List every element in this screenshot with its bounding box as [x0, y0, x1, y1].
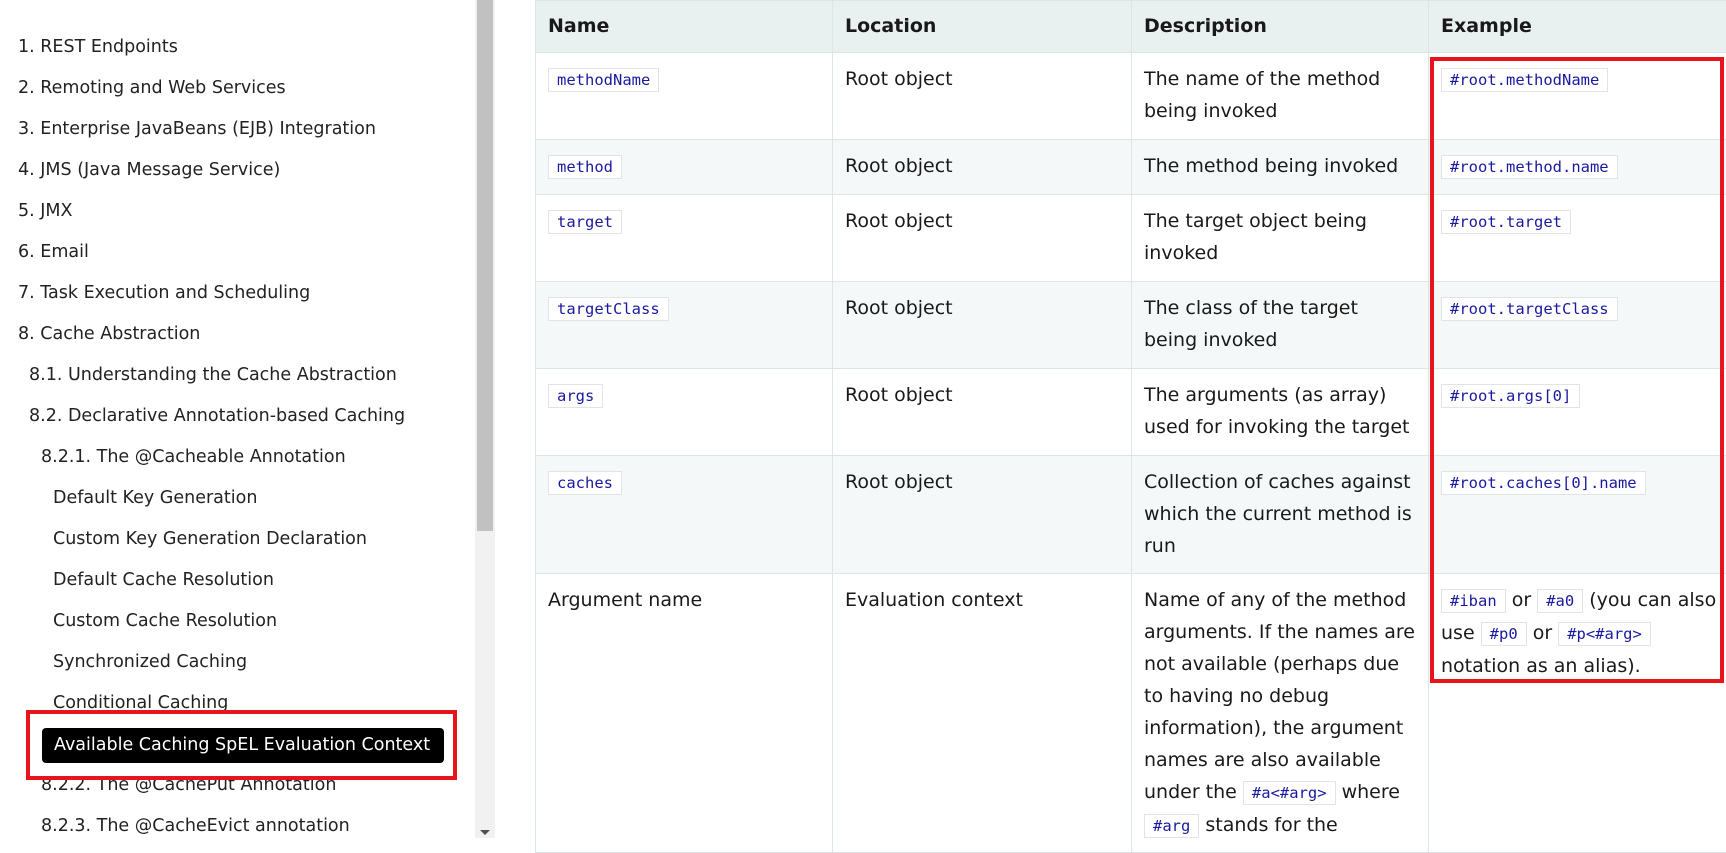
code: #root.args[0]: [1441, 384, 1580, 408]
code: targetClass: [548, 297, 669, 321]
cell-description: The target object being invoked: [1132, 195, 1429, 282]
code: #root.target: [1441, 210, 1571, 234]
header-name: Name: [536, 1, 833, 53]
toc-item[interactable]: 8.2.1. The @Cacheable Annotation: [41, 442, 346, 472]
header-location: Location: [833, 1, 1132, 53]
toc-item[interactable]: 1. REST Endpoints: [18, 32, 178, 62]
table-row: target Root object The target object bei…: [536, 195, 1726, 282]
spel-context-table: Name Location Description Example method…: [535, 0, 1726, 853]
toc-item[interactable]: 2. Remoting and Web Services: [18, 73, 286, 103]
toc-item[interactable]: 8.2. Declarative Annotation-based Cachin…: [29, 401, 405, 431]
table-row: Argument name Evaluation context Name of…: [536, 574, 1726, 853]
cell-name: Argument name: [536, 574, 833, 853]
toc-item[interactable]: Custom Key Generation Declaration: [53, 524, 367, 554]
main-content: Name Location Description Example method…: [535, 0, 1726, 853]
code: method: [548, 155, 622, 179]
cell-description: The name of the method being invoked: [1132, 53, 1429, 140]
toc-item[interactable]: 8.1. Understanding the Cache Abstraction: [29, 360, 397, 390]
cell-name: target: [536, 195, 833, 282]
cell-name: args: [536, 369, 833, 456]
cell-location: Root object: [833, 53, 1132, 140]
toc-item[interactable]: 5. JMX: [18, 196, 73, 226]
toc-item[interactable]: 4. JMS (Java Message Service): [18, 155, 280, 185]
table-row: args Root object The arguments (as array…: [536, 369, 1726, 456]
code: #root.methodName: [1441, 68, 1608, 92]
text: Name of any of the method arguments. If …: [1144, 589, 1415, 803]
toc-item[interactable]: Synchronized Caching: [53, 647, 247, 677]
cell-location: Root object: [833, 369, 1132, 456]
code: target: [548, 210, 622, 234]
cell-description: Collection of caches against which the c…: [1132, 456, 1429, 574]
code: #p<#arg>: [1558, 622, 1651, 646]
toc-item[interactable]: 6. Email: [18, 237, 89, 267]
table-row: caches Root object Collection of caches …: [536, 456, 1726, 574]
cell-example: #root.args[0]: [1429, 369, 1726, 456]
sidebar-scrollbar[interactable]: [475, 0, 495, 838]
cell-description: The arguments (as array) used for invoki…: [1132, 369, 1429, 456]
cell-name: method: [536, 140, 833, 195]
code: caches: [548, 471, 622, 495]
code: #root.caches[0].name: [1441, 471, 1646, 495]
cell-example: #root.targetClass: [1429, 282, 1726, 369]
cell-example: #root.methodName: [1429, 53, 1726, 140]
code: args: [548, 384, 603, 408]
scroll-down-arrow-icon[interactable]: [480, 830, 490, 835]
text: or: [1506, 589, 1538, 611]
text: where: [1336, 781, 1400, 803]
code: #iban: [1441, 589, 1506, 613]
cell-location: Root object: [833, 282, 1132, 369]
text: stands for the: [1199, 814, 1337, 836]
highlight-box: [26, 710, 457, 780]
cell-example: #root.caches[0].name: [1429, 456, 1726, 574]
code: #a<#arg>: [1243, 781, 1336, 805]
header-description: Description: [1132, 1, 1429, 53]
cell-location: Root object: [833, 456, 1132, 574]
cell-description: The class of the target being invoked: [1132, 282, 1429, 369]
toc-item[interactable]: 7. Task Execution and Scheduling: [18, 278, 310, 308]
text: notation as an alias).: [1441, 655, 1641, 677]
cell-name: targetClass: [536, 282, 833, 369]
cell-location: Root object: [833, 140, 1132, 195]
code: #root.targetClass: [1441, 297, 1618, 321]
cell-example: #root.target: [1429, 195, 1726, 282]
code: #arg: [1144, 814, 1199, 838]
table-row: targetClass Root object The class of the…: [536, 282, 1726, 369]
toc-item[interactable]: Custom Cache Resolution: [53, 606, 277, 636]
cell-location: Evaluation context: [833, 574, 1132, 853]
code: methodName: [548, 68, 659, 92]
cell-description: Name of any of the method arguments. If …: [1132, 574, 1429, 853]
toc-item[interactable]: Default Key Generation: [53, 483, 257, 513]
cell-name: caches: [536, 456, 833, 574]
code: #p0: [1481, 622, 1527, 646]
code: #root.method.name: [1441, 155, 1618, 179]
code: #a0: [1537, 589, 1583, 613]
toc-item[interactable]: 8. Cache Abstraction: [18, 319, 200, 349]
text: or: [1527, 622, 1559, 644]
table-row: method Root object The method being invo…: [536, 140, 1726, 195]
cell-description: The method being invoked: [1132, 140, 1429, 195]
table-row: methodName Root object The name of the m…: [536, 53, 1726, 140]
cell-name: methodName: [536, 53, 833, 140]
cell-example: #iban or #a0 (you can also use #p0 or #p…: [1429, 574, 1726, 853]
cell-location: Root object: [833, 195, 1132, 282]
cell-example: #root.method.name: [1429, 140, 1726, 195]
toc-item[interactable]: Default Cache Resolution: [53, 565, 274, 595]
scrollbar-thumb[interactable]: [477, 0, 493, 531]
header-example: Example: [1429, 1, 1726, 53]
toc-item[interactable]: 3. Enterprise JavaBeans (EJB) Integratio…: [18, 114, 376, 144]
toc-item[interactable]: 8.2.3. The @CacheEvict annotation: [41, 811, 350, 838]
